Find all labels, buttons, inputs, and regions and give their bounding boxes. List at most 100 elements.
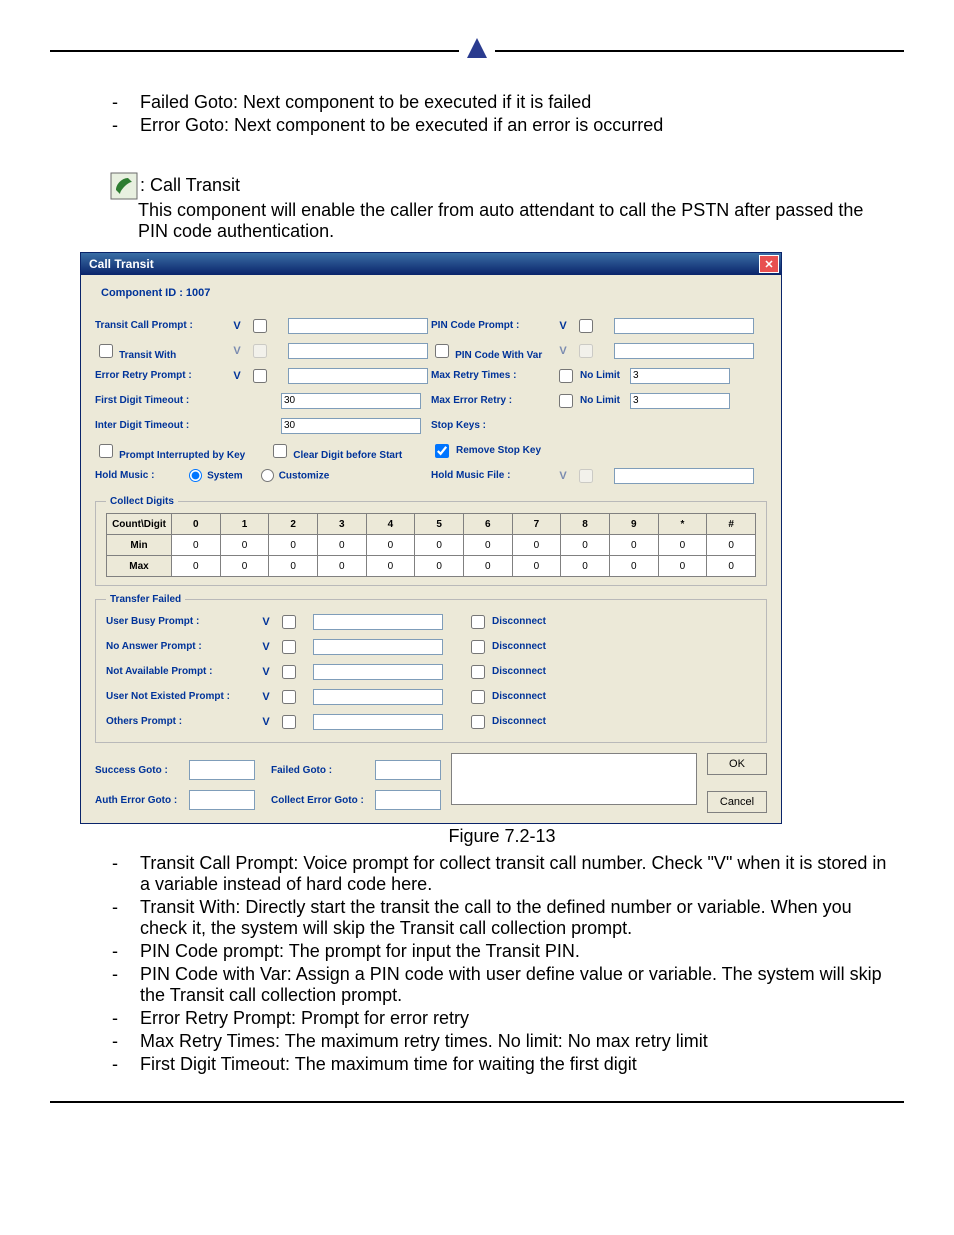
auth-error-goto-input[interactable] xyxy=(189,790,255,810)
pin-code-prompt-v-checkbox[interactable] xyxy=(579,319,593,333)
component-id-label: Component ID : 1007 xyxy=(101,287,767,299)
description-bullet-list: Transit Call Prompt: Voice prompt for co… xyxy=(110,853,894,1075)
collect-digits-table: Count\Digit 0 1 2 3 4 5 6 7 8 9 * # xyxy=(106,513,756,577)
transit-call-prompt-v-checkbox[interactable] xyxy=(253,319,267,333)
collect-error-goto-label: Collect Error Goto : xyxy=(271,795,371,806)
transit-call-prompt-label: Transit Call Prompt : xyxy=(95,320,225,331)
no-answer-v-checkbox[interactable] xyxy=(282,640,296,654)
others-v-checkbox[interactable] xyxy=(282,715,296,729)
clear-digit-wrap: Clear Digit before Start xyxy=(269,441,402,461)
max-error-retry-input[interactable] xyxy=(630,393,730,409)
failed-goto-input[interactable] xyxy=(375,760,441,780)
list-item: Error Goto: Next component to be execute… xyxy=(140,115,894,136)
user-busy-prompt-input[interactable] xyxy=(313,614,443,630)
clear-digit-label: Clear Digit before Start xyxy=(293,450,402,461)
pin-code-with-var-input[interactable] xyxy=(614,343,754,359)
disconnect-label: Disconnect xyxy=(492,716,546,727)
customize-label: Customize xyxy=(279,470,330,481)
hold-music-system-radio[interactable] xyxy=(189,469,202,482)
hold-music-file-v-checkbox[interactable] xyxy=(579,469,593,483)
user-busy-v-checkbox[interactable] xyxy=(282,615,296,629)
not-available-prompt-input[interactable] xyxy=(313,664,443,680)
transit-with-checkbox[interactable] xyxy=(99,344,113,358)
success-goto-input[interactable] xyxy=(189,760,255,780)
v-label: V xyxy=(258,666,274,678)
max-retry-no-limit-checkbox[interactable] xyxy=(559,369,573,383)
hold-music-file-input[interactable] xyxy=(614,468,754,484)
table-row: Min 00 00 00 00 00 00 xyxy=(107,535,756,556)
v-label: V xyxy=(258,716,274,728)
collect-digits-legend: Collect Digits xyxy=(106,496,178,507)
first-digit-timeout-input[interactable] xyxy=(281,393,421,409)
error-retry-prompt-v-checkbox[interactable] xyxy=(253,369,267,383)
user-not-existed-prompt-input[interactable] xyxy=(313,689,443,705)
user-busy-disconnect-checkbox[interactable] xyxy=(471,615,485,629)
error-retry-prompt-label: Error Retry Prompt : xyxy=(95,370,225,381)
user-not-existed-disconnect-checkbox[interactable] xyxy=(471,690,485,704)
pin-code-with-var-checkbox[interactable] xyxy=(435,344,449,358)
transit-with-label: Transit With xyxy=(119,350,176,361)
no-answer-prompt-input[interactable] xyxy=(313,639,443,655)
dialog-title: Call Transit xyxy=(89,257,154,271)
section-heading-text: : Call Transit xyxy=(140,175,240,195)
cancel-button[interactable]: Cancel xyxy=(707,791,767,813)
prompt-interrupted-checkbox[interactable] xyxy=(99,444,113,458)
inter-digit-timeout-input[interactable] xyxy=(281,418,421,434)
disconnect-label: Disconnect xyxy=(492,641,546,652)
disconnect-label: Disconnect xyxy=(492,666,546,677)
prompt-interrupted-wrap: Prompt Interrupted by Key xyxy=(95,441,245,461)
no-answer-disconnect-checkbox[interactable] xyxy=(471,640,485,654)
hold-music-system-option[interactable]: System xyxy=(189,469,243,482)
ok-button[interactable]: OK xyxy=(707,753,767,775)
max-error-no-limit-checkbox[interactable] xyxy=(559,394,573,408)
others-disconnect-checkbox[interactable] xyxy=(471,715,485,729)
close-icon[interactable]: ✕ xyxy=(759,255,779,273)
pin-code-prompt-label: PIN Code Prompt : xyxy=(431,320,551,331)
v-label: V xyxy=(229,320,245,332)
max-error-retry-label: Max Error Retry : xyxy=(431,395,551,406)
system-label: System xyxy=(207,470,243,481)
error-retry-prompt-input[interactable] xyxy=(288,368,428,384)
section-description: This component will enable the caller fr… xyxy=(138,200,894,242)
not-available-v-checkbox[interactable] xyxy=(282,665,296,679)
first-digit-timeout-label: First Digit Timeout : xyxy=(95,395,225,406)
failed-goto-label: Failed Goto : xyxy=(271,765,371,776)
hold-music-customize-radio[interactable] xyxy=(261,469,274,482)
collect-error-goto-input[interactable] xyxy=(375,790,441,810)
no-limit-label: No Limit xyxy=(580,395,626,406)
disconnect-label: Disconnect xyxy=(492,691,546,702)
list-item: Error Retry Prompt: Prompt for error ret… xyxy=(140,1008,894,1029)
figure-caption: Figure 7.2-13 xyxy=(110,826,894,847)
remove-stop-key-checkbox[interactable] xyxy=(435,444,449,458)
list-item: First Digit Timeout: The maximum time fo… xyxy=(140,1054,894,1075)
call-transit-dialog: Call Transit ✕ Component ID : 1007 Trans… xyxy=(80,252,782,824)
transit-call-prompt-input[interactable] xyxy=(288,318,428,334)
not-available-prompt-label: Not Available Prompt : xyxy=(106,666,254,677)
success-goto-label: Success Goto : xyxy=(95,765,185,776)
v-label: V xyxy=(555,320,571,332)
others-prompt-input[interactable] xyxy=(313,714,443,730)
pin-code-with-var-wrap: PIN Code With Var xyxy=(431,341,551,361)
auth-error-goto-label: Auth Error Goto : xyxy=(95,795,185,806)
no-answer-prompt-label: No Answer Prompt : xyxy=(106,641,254,652)
user-not-existed-v-checkbox[interactable] xyxy=(282,690,296,704)
transit-with-input[interactable] xyxy=(288,343,428,359)
section-heading: : Call Transit xyxy=(110,172,894,200)
pin-code-with-var-v-checkbox[interactable] xyxy=(579,344,593,358)
max-retry-times-input[interactable] xyxy=(630,368,730,384)
call-transit-icon xyxy=(110,172,138,200)
v-label: V xyxy=(229,345,245,357)
stop-keys-label: Stop Keys : xyxy=(431,420,551,431)
inter-digit-timeout-label: Inter Digit Timeout : xyxy=(95,420,225,431)
pin-code-prompt-input[interactable] xyxy=(614,318,754,334)
page-footer-rule xyxy=(50,1101,904,1103)
hold-music-customize-option[interactable]: Customize xyxy=(261,469,330,482)
preview-panel xyxy=(451,753,697,805)
transit-with-v-checkbox[interactable] xyxy=(253,344,267,358)
pin-code-with-var-label: PIN Code With Var xyxy=(455,350,542,361)
v-label: V xyxy=(229,370,245,382)
not-available-disconnect-checkbox[interactable] xyxy=(471,665,485,679)
remove-stop-key-label: Remove Stop Key xyxy=(456,445,541,456)
prompt-interrupted-label: Prompt Interrupted by Key xyxy=(119,450,245,461)
clear-digit-checkbox[interactable] xyxy=(273,444,287,458)
